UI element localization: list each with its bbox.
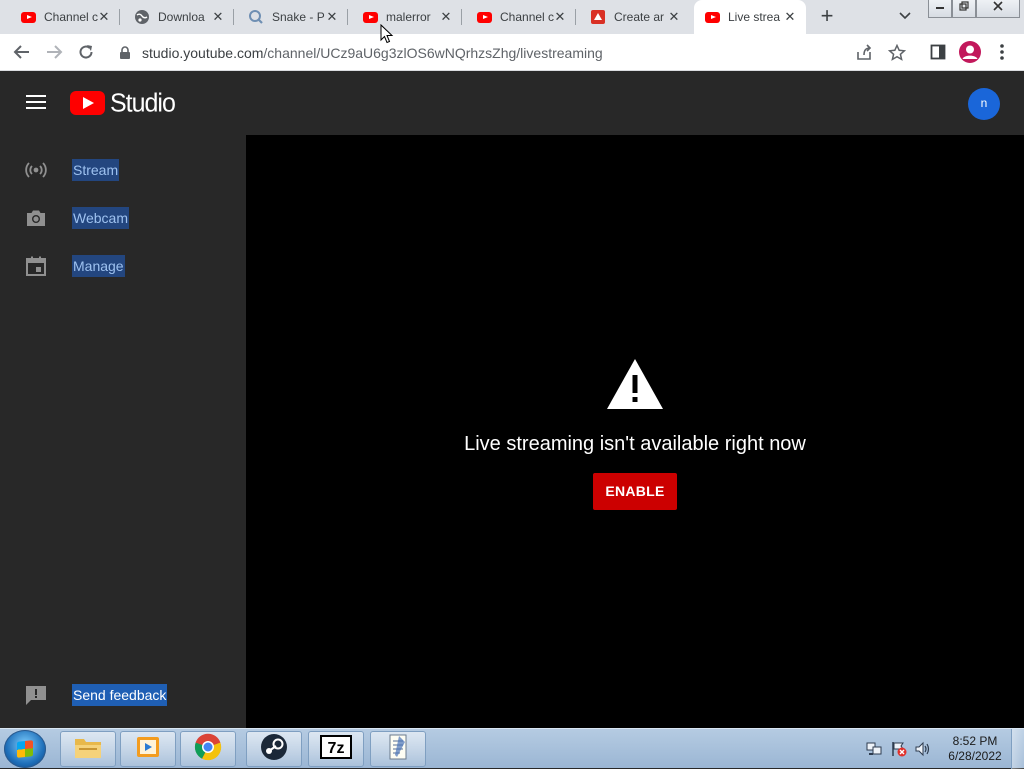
url-path: /channel/UCz9aU6g3zlOS6wNQrhzsZhg/livest… [263, 45, 603, 61]
network-icon[interactable] [866, 741, 882, 762]
start-button[interactable] [4, 730, 46, 768]
tab-create[interactable]: Create ar ✕ [580, 0, 690, 34]
sidebar-item-send-feedback[interactable]: Send feedback [0, 671, 246, 719]
close-icon[interactable]: ✕ [324, 9, 340, 25]
taskbar-steam[interactable] [246, 731, 302, 767]
taskbar-media-player[interactable] [120, 731, 176, 767]
account-avatar[interactable]: n [968, 88, 1000, 120]
folder-icon [73, 734, 103, 765]
app-icon [590, 9, 606, 25]
tab-title: Channel c [500, 10, 555, 24]
url-text: studio.youtube.com/channel/UCz9aU6g3zlOS… [142, 45, 603, 61]
forward-button[interactable] [42, 40, 66, 64]
camera-icon [24, 206, 48, 230]
clock-time: 8:52 PM [952, 734, 998, 748]
youtube-studio-logo[interactable]: Studio [70, 87, 176, 118]
tab-live-streaming[interactable]: Live strea ✕ [694, 0, 806, 34]
hamburger-menu-icon[interactable] [26, 95, 46, 111]
restore-button[interactable] [952, 0, 976, 18]
action-center-flag-icon[interactable] [891, 741, 907, 762]
youtube-icon [20, 9, 36, 25]
back-button[interactable] [10, 40, 34, 64]
sidebar-item-label: Manage [72, 255, 125, 277]
share-icon[interactable] [855, 44, 873, 67]
tab-title: Live strea [728, 10, 781, 24]
sidebar-item-label: Send feedback [72, 684, 168, 706]
studio-header: Studio n [0, 71, 1024, 135]
clock-date: 6/28/2022 [948, 749, 1002, 763]
youtube-logo-icon [70, 91, 105, 115]
windows-taskbar: 7z 8:52 PM 6/28/2022 [0, 728, 1024, 769]
taskbar-clock[interactable]: 8:52 PM 6/28/2022 [936, 734, 1014, 764]
live-streaming-panel: Live streaming isn't available right now… [246, 135, 1024, 728]
bookmark-star-icon[interactable] [887, 43, 907, 67]
youtube-icon [362, 9, 378, 25]
youtube-icon [704, 9, 720, 25]
warning-icon [605, 357, 665, 411]
tab-channel-2[interactable]: Channel c ✕ [466, 0, 576, 34]
studio-logo-text: Studio [110, 87, 176, 118]
tab-search-chevron-icon[interactable] [893, 9, 917, 25]
close-icon[interactable]: ✕ [782, 9, 798, 25]
steam-icon [260, 733, 288, 766]
mouse-cursor-icon [380, 23, 394, 44]
svg-text:7z: 7z [328, 740, 345, 757]
side-panel-icon[interactable] [926, 40, 950, 64]
close-icon[interactable]: ✕ [438, 9, 454, 25]
tab-download[interactable]: Downloa ✕ [124, 0, 234, 34]
taskbar-notepad[interactable] [370, 731, 426, 767]
profile-avatar-icon[interactable] [958, 40, 982, 64]
search-icon [248, 9, 264, 25]
address-bar[interactable]: studio.youtube.com/channel/UCz9aU6g3zlOS… [111, 38, 917, 67]
close-icon[interactable]: ✕ [96, 9, 112, 25]
notepad-icon [385, 733, 411, 766]
reload-button[interactable] [74, 40, 98, 64]
browser-toolbar: studio.youtube.com/channel/UCz9aU6g3zlOS… [0, 34, 1024, 71]
sidebar-item-manage[interactable]: Manage [0, 242, 246, 290]
tab-title: Channel c [44, 10, 99, 24]
sidebar-item-stream[interactable]: Stream [0, 146, 246, 194]
browser-tab-strip: Channel c ✕ Downloa ✕ Snake - P ✕ malerr… [0, 0, 1024, 34]
youtube-icon [476, 9, 492, 25]
media-player-icon [134, 734, 162, 765]
calendar-icon [24, 254, 48, 278]
tab-title: Downloa [158, 10, 205, 24]
taskbar-7zip[interactable]: 7z [308, 731, 364, 767]
close-icon[interactable]: ✕ [666, 9, 682, 25]
tab-title: malerror [386, 10, 431, 24]
broadcast-icon [24, 158, 48, 182]
taskbar-chrome[interactable] [180, 731, 236, 767]
minimize-button[interactable] [928, 0, 952, 18]
lock-icon [119, 46, 131, 65]
enable-button[interactable]: ENABLE [593, 473, 677, 510]
taskbar-explorer[interactable] [60, 731, 116, 767]
url-host: studio.youtube.com [142, 45, 264, 61]
new-tab-button[interactable]: + [815, 5, 839, 29]
close-window-button[interactable] [976, 0, 1020, 18]
sidebar: Stream Webcam Manage Send feedback [0, 135, 246, 728]
close-icon[interactable]: ✕ [210, 9, 226, 25]
sidebar-item-label: Stream [72, 159, 120, 181]
sidebar-item-label: Webcam [72, 207, 129, 229]
browser-menu-icon[interactable] [990, 40, 1014, 64]
show-desktop-button[interactable] [1011, 729, 1024, 769]
tab-snake[interactable]: Snake - P ✕ [238, 0, 348, 34]
tab-title: Snake - P [272, 10, 325, 24]
sidebar-item-webcam[interactable]: Webcam [0, 194, 246, 242]
volume-icon[interactable] [915, 741, 931, 762]
tab-title: Create ar [614, 10, 665, 24]
tab-malerror[interactable]: malerror ✕ [352, 0, 462, 34]
tab-channel-1[interactable]: Channel c ✕ [10, 0, 120, 34]
unavailable-message: Live streaming isn't available right now [464, 433, 806, 455]
chrome-icon [194, 733, 222, 766]
globe-icon [134, 9, 150, 25]
7zip-icon: 7z [320, 734, 352, 764]
close-icon[interactable]: ✕ [552, 9, 568, 25]
feedback-icon [24, 683, 48, 707]
